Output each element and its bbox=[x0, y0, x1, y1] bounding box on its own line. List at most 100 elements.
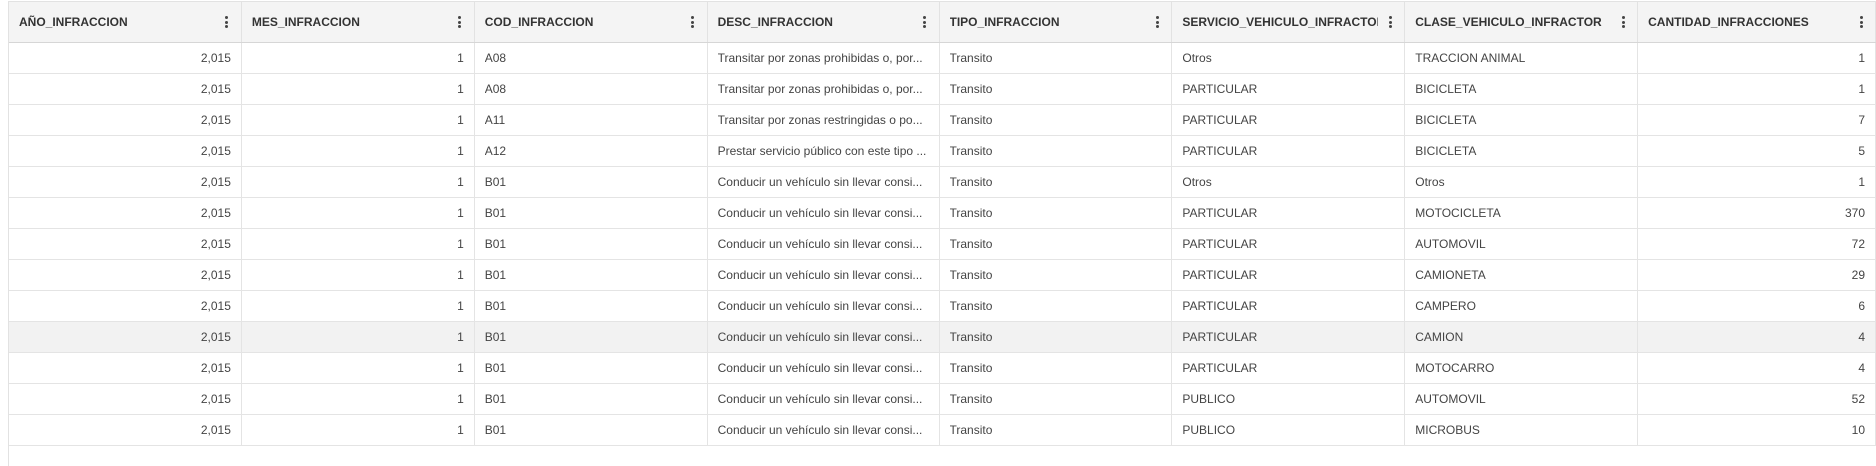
table-cell[interactable]: CAMPERO bbox=[1405, 291, 1639, 321]
table-cell[interactable]: Transito bbox=[940, 353, 1173, 383]
table-cell[interactable]: Conducir un vehículo sin llevar consi... bbox=[708, 198, 940, 228]
column-header-desc-infraccion[interactable]: DESC_INFRACCION bbox=[708, 2, 940, 42]
table-cell[interactable]: 1 bbox=[242, 229, 475, 259]
table-cell[interactable]: 2,015 bbox=[9, 415, 242, 445]
table-cell[interactable]: 2,015 bbox=[9, 43, 242, 73]
table-cell[interactable]: 1 bbox=[242, 291, 475, 321]
table-cell[interactable]: 29 bbox=[1638, 260, 1876, 290]
table-cell[interactable]: 1 bbox=[1638, 74, 1876, 104]
table-cell[interactable]: Transito bbox=[940, 136, 1173, 166]
table-cell[interactable]: 1 bbox=[242, 198, 475, 228]
table-cell[interactable]: Conducir un vehículo sin llevar consi... bbox=[708, 229, 940, 259]
table-cell[interactable]: Transito bbox=[940, 105, 1173, 135]
table-cell[interactable]: 2,015 bbox=[9, 198, 242, 228]
table-cell[interactable]: 1 bbox=[1638, 43, 1876, 73]
column-header-tipo-infraccion[interactable]: TIPO_INFRACCION bbox=[940, 2, 1173, 42]
table-cell[interactable]: 370 bbox=[1638, 198, 1876, 228]
table-cell[interactable]: MOTOCARRO bbox=[1405, 353, 1639, 383]
table-cell[interactable]: Transito bbox=[940, 322, 1173, 352]
table-cell[interactable]: 72 bbox=[1638, 229, 1876, 259]
table-cell[interactable]: 2,015 bbox=[9, 229, 242, 259]
column-header-clase-vehiculo-infractor[interactable]: CLASE_VEHICULO_INFRACTOR bbox=[1405, 2, 1639, 42]
table-row[interactable]: 2,015 1 B01 Conducir un vehículo sin llevar… bbox=[9, 167, 1876, 198]
table-cell[interactable]: Conducir un vehículo sin llevar consi... bbox=[708, 291, 940, 321]
kebab-vertical-icon[interactable] bbox=[1155, 16, 1159, 28]
table-cell[interactable]: PARTICULAR bbox=[1172, 198, 1406, 228]
table-cell[interactable]: Conducir un vehículo sin llevar consi... bbox=[708, 353, 940, 383]
table-row[interactable]: 2,015 1 B01 Conducir un vehículo sin llevar… bbox=[9, 291, 1876, 322]
table-cell[interactable]: 2,015 bbox=[9, 105, 242, 135]
table-cell[interactable]: A11 bbox=[475, 105, 708, 135]
table-cell[interactable]: TRACCION ANIMAL bbox=[1405, 43, 1639, 73]
table-cell[interactable]: Transitar por zonas prohibidas o, por... bbox=[708, 74, 940, 104]
table-cell[interactable]: 4 bbox=[1638, 322, 1876, 352]
table-cell[interactable]: PARTICULAR bbox=[1172, 229, 1406, 259]
table-cell[interactable]: AUTOMOVIL bbox=[1405, 384, 1639, 414]
table-cell[interactable]: Otros bbox=[1405, 167, 1639, 197]
table-cell[interactable]: 1 bbox=[242, 322, 475, 352]
table-cell[interactable]: CAMION bbox=[1405, 322, 1639, 352]
table-cell[interactable]: 1 bbox=[242, 260, 475, 290]
table-cell[interactable]: B01 bbox=[475, 415, 708, 445]
column-header-ano-infraccion[interactable]: AÑO_INFRACCION bbox=[9, 2, 242, 42]
table-cell[interactable]: 52 bbox=[1638, 384, 1876, 414]
column-header-mes-infraccion[interactable]: MES_INFRACCION bbox=[242, 2, 475, 42]
table-row[interactable]: 2,015 1 B01 Conducir un vehículo sin llevar… bbox=[9, 322, 1876, 353]
table-cell[interactable]: A08 bbox=[475, 43, 708, 73]
table-cell[interactable]: 1 bbox=[242, 43, 475, 73]
table-cell[interactable]: PARTICULAR bbox=[1172, 353, 1406, 383]
table-cell[interactable]: 2,015 bbox=[9, 322, 242, 352]
table-cell[interactable]: Transito bbox=[940, 415, 1173, 445]
table-cell[interactable]: Conducir un vehículo sin llevar consi... bbox=[708, 415, 940, 445]
table-cell[interactable]: MICROBUS bbox=[1405, 415, 1639, 445]
table-cell[interactable]: PARTICULAR bbox=[1172, 105, 1406, 135]
table-cell[interactable]: Transito bbox=[940, 291, 1173, 321]
table-cell[interactable]: A08 bbox=[475, 74, 708, 104]
table-cell[interactable]: Transito bbox=[940, 43, 1173, 73]
table-cell[interactable]: Transito bbox=[940, 74, 1173, 104]
column-header-servicio-vehiculo-infractor[interactable]: SERVICIO_VEHICULO_INFRACTOR bbox=[1172, 2, 1406, 42]
kebab-vertical-icon[interactable] bbox=[458, 16, 462, 28]
table-cell[interactable]: Conducir un vehículo sin llevar consi... bbox=[708, 322, 940, 352]
table-cell[interactable]: Transito bbox=[940, 384, 1173, 414]
table-cell[interactable]: A12 bbox=[475, 136, 708, 166]
table-row[interactable]: 2,015 1 A11 Transitar por zonas restringida… bbox=[9, 105, 1876, 136]
table-cell[interactable]: B01 bbox=[475, 229, 708, 259]
table-cell[interactable]: B01 bbox=[475, 167, 708, 197]
column-header-cantidad-infracciones[interactable]: CANTIDAD_INFRACCIONES bbox=[1638, 2, 1876, 42]
table-cell[interactable]: BICICLETA bbox=[1405, 105, 1639, 135]
table-cell[interactable]: Otros bbox=[1172, 43, 1406, 73]
table-cell[interactable]: PARTICULAR bbox=[1172, 74, 1406, 104]
table-cell[interactable]: PARTICULAR bbox=[1172, 260, 1406, 290]
table-row[interactable]: 2,015 1 B01 Conducir un vehículo sin llevar… bbox=[9, 384, 1876, 415]
table-cell[interactable]: 2,015 bbox=[9, 291, 242, 321]
table-cell[interactable]: MOTOCICLETA bbox=[1405, 198, 1639, 228]
kebab-vertical-icon[interactable] bbox=[691, 16, 695, 28]
table-cell[interactable]: 1 bbox=[242, 74, 475, 104]
table-cell[interactable]: 2,015 bbox=[9, 260, 242, 290]
table-cell[interactable]: Conducir un vehículo sin llevar consi... bbox=[708, 167, 940, 197]
table-cell[interactable]: B01 bbox=[475, 291, 708, 321]
table-cell[interactable]: 5 bbox=[1638, 136, 1876, 166]
table-cell[interactable]: CAMIONETA bbox=[1405, 260, 1639, 290]
kebab-vertical-icon[interactable] bbox=[1621, 16, 1625, 28]
table-cell[interactable]: 2,015 bbox=[9, 167, 242, 197]
table-cell[interactable]: Transitar por zonas restringidas o po... bbox=[708, 105, 940, 135]
table-cell[interactable]: 2,015 bbox=[9, 136, 242, 166]
table-cell[interactable]: 1 bbox=[242, 353, 475, 383]
table-cell[interactable]: B01 bbox=[475, 384, 708, 414]
table-cell[interactable]: B01 bbox=[475, 198, 708, 228]
table-cell[interactable]: Prestar servicio público con este tipo .… bbox=[708, 136, 940, 166]
table-cell[interactable]: 10 bbox=[1638, 415, 1876, 445]
table-row[interactable]: 2,015 1 B01 Conducir un vehículo sin llevar… bbox=[9, 260, 1876, 291]
table-cell[interactable]: 6 bbox=[1638, 291, 1876, 321]
table-cell[interactable]: Conducir un vehículo sin llevar consi... bbox=[708, 384, 940, 414]
kebab-vertical-icon[interactable] bbox=[923, 16, 927, 28]
column-header-cod-infraccion[interactable]: COD_INFRACCION bbox=[475, 2, 708, 42]
table-cell[interactable]: 1 bbox=[242, 167, 475, 197]
table-cell[interactable]: Conducir un vehículo sin llevar consi... bbox=[708, 260, 940, 290]
table-cell[interactable]: PUBLICO bbox=[1172, 415, 1406, 445]
table-cell[interactable]: 1 bbox=[242, 136, 475, 166]
table-cell[interactable]: Transito bbox=[940, 167, 1173, 197]
table-row[interactable]: 2,015 1 B01 Conducir un vehículo sin llevar… bbox=[9, 198, 1876, 229]
